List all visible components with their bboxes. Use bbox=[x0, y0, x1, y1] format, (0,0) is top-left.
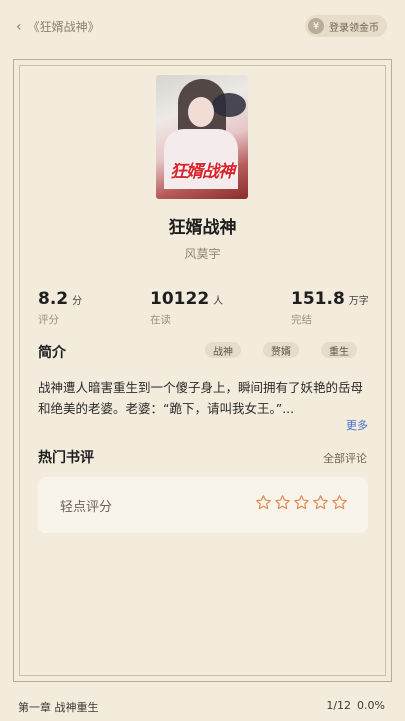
stat-value: 8.2 bbox=[38, 289, 69, 309]
reader-page: ‹ 《狂婿战神》 ¥ 登录领金币 狂婿战神 狂婿战神 风莫宇 8.2 分 评分 1… bbox=[0, 0, 405, 721]
chapter-name: 第一章 战神重生 bbox=[18, 701, 99, 714]
all-comments-link[interactable]: 全部评论 bbox=[323, 450, 367, 466]
login-coin-button[interactable]: ¥ 登录领金币 bbox=[305, 15, 387, 37]
rate-label: 轻点评分 bbox=[60, 500, 113, 515]
star-icon[interactable] bbox=[255, 494, 272, 511]
stat-value: 151.8 bbox=[291, 289, 345, 309]
star-icon[interactable] bbox=[331, 494, 348, 511]
book-title: 狂婿战神 bbox=[168, 218, 237, 238]
star-rating bbox=[255, 494, 348, 511]
star-icon[interactable] bbox=[293, 494, 310, 511]
stat-readers: 10122 人 在读 bbox=[150, 289, 223, 327]
back-button[interactable]: ‹ 《狂婿战神》 bbox=[16, 18, 100, 35]
stat-unit: 分 bbox=[72, 296, 83, 307]
coin-icon: ¥ bbox=[308, 18, 324, 34]
star-icon[interactable] bbox=[274, 494, 291, 511]
stat-label: 在读 bbox=[150, 314, 171, 326]
more-link[interactable]: 更多 bbox=[346, 417, 368, 433]
stat-rating: 8.2 分 评分 bbox=[38, 289, 82, 327]
top-bar: ‹ 《狂婿战神》 ¥ 登录领金币 bbox=[0, 0, 405, 52]
book-cover[interactable]: 狂婿战神 bbox=[156, 75, 248, 199]
intro-title: 简介 bbox=[38, 345, 66, 361]
rating-box: 轻点评分 bbox=[38, 477, 368, 533]
stat-unit: 万字 bbox=[348, 296, 369, 307]
book-author[interactable]: 风莫宇 bbox=[0, 245, 405, 262]
star-icon[interactable] bbox=[312, 494, 329, 511]
cover-title-art: 狂婿战神 bbox=[170, 162, 235, 182]
reading-progress: 1/12 0.0% bbox=[326, 699, 385, 712]
stat-word-count: 151.8 万字 完结 bbox=[291, 289, 369, 327]
tag-chip[interactable]: 重生 bbox=[321, 342, 357, 358]
stat-unit: 人 bbox=[213, 296, 224, 307]
page-indicator: 1/12 bbox=[326, 699, 352, 712]
stat-label: 完结 bbox=[291, 314, 312, 326]
stat-label: 评分 bbox=[38, 314, 59, 326]
chevron-left-icon: ‹ bbox=[16, 18, 22, 35]
progress-percent: 0.0% bbox=[357, 699, 385, 712]
back-label: 《狂婿战神》 bbox=[27, 20, 100, 34]
intro-text: 战神遭人暗害重生到一个傻子身上，瞬间拥有了妖艳的岳母和绝美的老婆。老婆：“跪下，… bbox=[38, 380, 364, 416]
coin-button-label: 登录领金币 bbox=[329, 22, 379, 34]
stat-value: 10122 bbox=[150, 289, 210, 309]
tag-chip[interactable]: 赘婿 bbox=[263, 342, 299, 358]
reviews-title: 热门书评 bbox=[38, 450, 94, 466]
tag-chip[interactable]: 战神 bbox=[205, 342, 241, 358]
